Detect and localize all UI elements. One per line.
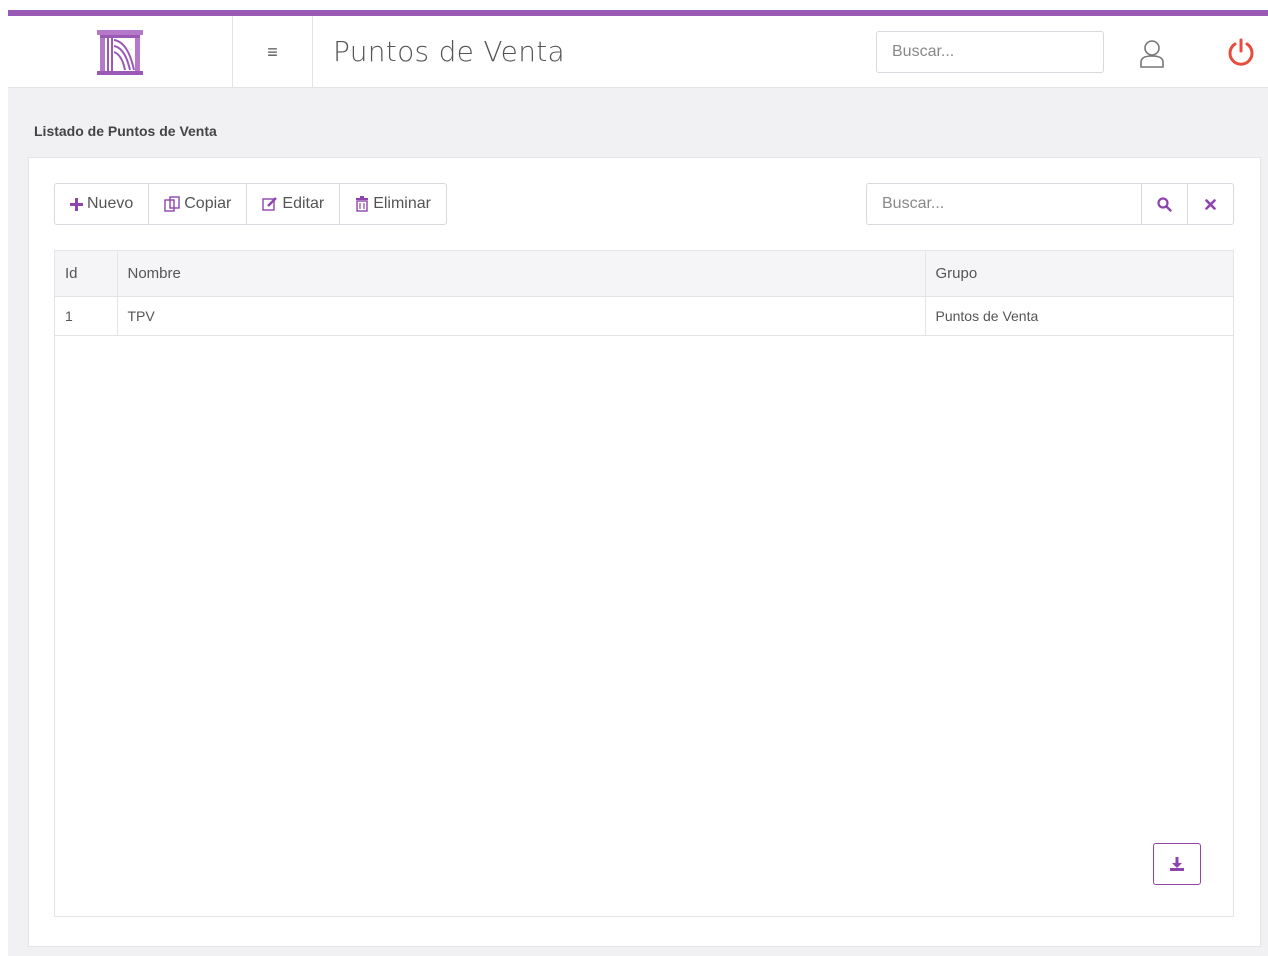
new-button-label: Nuevo [87,195,134,212]
download-icon [1170,857,1184,871]
edit-button-label: Editar [282,195,325,212]
table-row[interactable]: 1 TPV Puntos de Venta [55,296,1233,336]
data-table: Id Nombre Grupo 1 TPV Puntos de Venta [55,251,1233,336]
page-title: Puntos de Venta [333,35,565,68]
new-button[interactable]: Nuevo [55,184,150,224]
hamburger-icon: ≡ [267,41,278,62]
edit-button[interactable]: Editar [247,184,341,224]
copy-button-label: Copiar [184,195,232,212]
clear-search-button[interactable] [1187,184,1233,224]
top-bar: ≡ Puntos de Venta [8,16,1268,88]
column-header-id[interactable]: Id [55,251,118,297]
copy-button[interactable]: Copiar [149,184,248,224]
column-header-nombre[interactable]: Nombre [117,251,926,297]
plus-icon [70,197,83,211]
search-button[interactable] [1141,184,1187,224]
list-search-input[interactable] [867,184,1141,224]
user-icon[interactable] [1138,38,1166,68]
trash-icon [355,196,369,212]
cell-nombre: TPV [117,296,926,336]
column-header-grupo[interactable]: Grupo [925,251,1233,297]
gate-logo-icon [97,30,143,75]
app-frame: ≡ Puntos de Venta Listado de Puntos de V… [8,10,1268,956]
close-icon [1205,198,1216,210]
menu-toggle-button[interactable]: ≡ [233,16,313,88]
delete-button[interactable]: Eliminar [340,184,446,224]
list-search [866,183,1234,225]
header-search-input[interactable] [876,31,1104,73]
logo[interactable] [8,16,233,88]
edit-icon [262,196,278,212]
power-icon[interactable] [1227,38,1255,66]
search-icon [1157,196,1172,212]
table-header-row: Id Nombre Grupo [55,251,1233,297]
export-button[interactable] [1153,843,1201,885]
copy-icon [164,196,180,212]
data-table-container: Id Nombre Grupo 1 TPV Puntos de Venta [54,250,1234,917]
cell-grupo: Puntos de Venta [925,296,1233,336]
delete-button-label: Eliminar [373,195,431,212]
cell-id: 1 [55,296,118,336]
action-toolbar: Nuevo Copiar Editar Eliminar [54,183,447,225]
list-card: Nuevo Copiar Editar Eliminar Buscar... I… [28,157,1261,947]
section-title: Listado de Puntos de Venta [34,123,217,139]
